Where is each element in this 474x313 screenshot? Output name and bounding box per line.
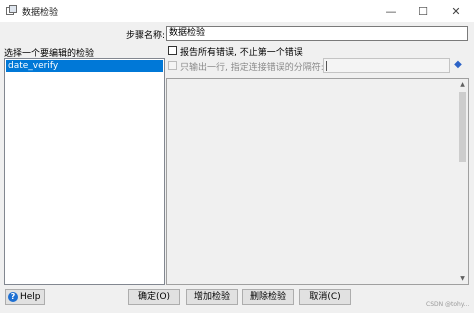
close-icon: ✕ [451,4,461,18]
help-button[interactable]: ? Help [5,289,45,305]
close-button[interactable]: ✕ [438,0,474,22]
add-validation-button[interactable]: 增加检验 [186,289,238,305]
delete-validation-button[interactable]: 删除检验 [242,289,294,305]
scroll-up-icon[interactable]: ▲ [457,79,468,90]
validation-list[interactable]: date_verify [4,58,165,285]
single-row-output-checkbox[interactable] [168,61,177,70]
step-name-input[interactable]: 数据检验 [166,26,468,41]
cancel-button[interactable]: 取消(C) [299,289,351,305]
scroll-down-icon[interactable]: ▼ [457,273,468,284]
list-item[interactable]: date_verify [6,60,163,72]
report-all-errors-checkbox[interactable] [168,46,177,55]
single-row-output-label: 只输出一行, 指定连接错误的分隔符: [180,63,324,73]
watermark: CSDN @tohy... [426,301,470,308]
help-icon: ? [8,291,18,302]
variable-diamond-icon[interactable]: ◆ [452,59,464,71]
maximize-icon: ☐ [418,4,428,18]
report-all-errors-label: 报告所有错误, 不止第一个错误 [180,48,303,58]
minimize-button[interactable]: — [373,0,409,22]
title-bar: 数据检验 — ☐ ✕ [0,0,474,22]
help-button-label: Help [20,292,41,302]
text-caret [326,61,327,71]
scroll-thumb[interactable] [459,92,466,162]
vertical-scrollbar[interactable]: ▲ ▼ [457,79,468,284]
validation-detail-pane [166,78,469,285]
maximize-button[interactable]: ☐ [405,0,441,22]
window-title: 数据检验 [22,8,59,18]
step-name-label: 步骤名称: [126,31,166,41]
separator-input[interactable] [323,58,450,73]
ok-button[interactable]: 确定(O) [128,289,180,305]
minimize-icon: — [385,4,397,18]
app-icon [6,5,17,15]
